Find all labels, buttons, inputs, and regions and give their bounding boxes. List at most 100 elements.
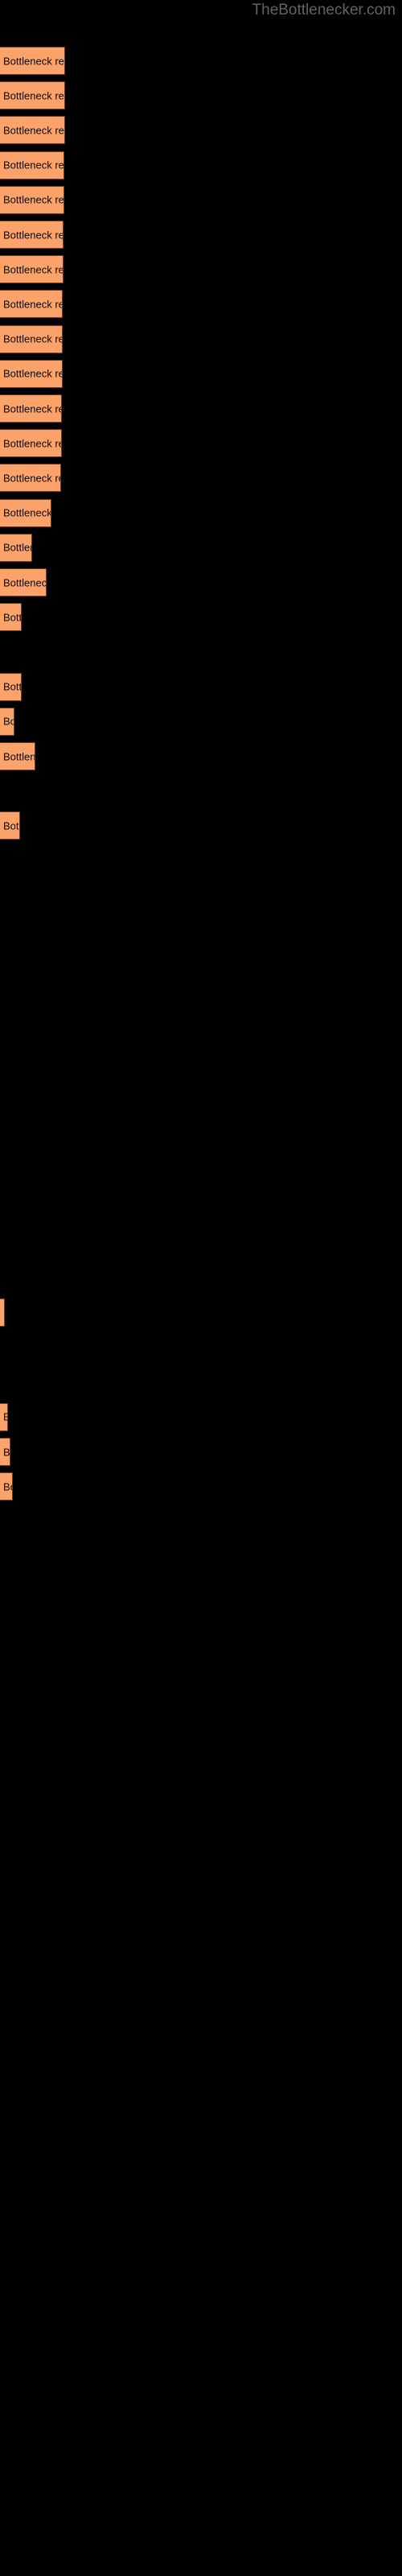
- bar-row: [0, 1229, 402, 1257]
- bar-label: Bottleneck result: [3, 750, 35, 762]
- bar[interactable]: Bottleneck result: [0, 429, 62, 458]
- bar-row: Bottleneck result: [0, 1438, 402, 1466]
- bar-label: Bottleneck result: [3, 55, 64, 67]
- bar-row: Bottleneck result: [0, 185, 402, 214]
- bar[interactable]: Bottleneck result: [0, 81, 65, 110]
- bar-row: [0, 1716, 402, 1744]
- bar-row: Bottleneck result: [0, 151, 402, 180]
- bar-row: Bottleneck result: [0, 429, 402, 458]
- bar[interactable]: Bottleneck result: [0, 47, 65, 75]
- bar-row: [0, 1333, 402, 1361]
- bar-row: [0, 985, 402, 1013]
- bar-row: Bottleneck result: [0, 47, 402, 75]
- bar-label: Bottleneck result: [3, 159, 64, 171]
- bar[interactable]: Bottleneck result: [0, 568, 47, 597]
- bar-label: Bottleneck result: [3, 506, 51, 519]
- bar-row: [0, 1125, 402, 1153]
- bar-label: Bottleneck result: [3, 819, 19, 832]
- bar-row: [0, 2202, 402, 2231]
- bar[interactable]: Bottleneck result: [0, 290, 63, 319]
- bar-row: [0, 2064, 402, 2092]
- bar-row: [0, 951, 402, 979]
- bar-row: [0, 881, 402, 910]
- bar-row: [0, 2029, 402, 2057]
- bar[interactable]: Bottleneck result: [0, 603, 22, 632]
- bar[interactable]: Bottleneck result: [0, 255, 64, 284]
- bar-row: Bottleneck result: [0, 255, 402, 284]
- bar-row: [0, 2168, 402, 2196]
- bar[interactable]: Bottleneck result: [0, 742, 35, 770]
- bar[interactable]: Bottleneck result: [0, 221, 64, 249]
- bar-label: Bottleneck result: [3, 367, 62, 380]
- bar-label: Bottleneck result: [3, 437, 61, 450]
- bar-row: [0, 1890, 402, 1918]
- bar[interactable]: Bottleneck result: [0, 672, 22, 701]
- bar-row: Bottleneck result: [0, 221, 402, 249]
- bar-row: [0, 1021, 402, 1049]
- bar[interactable]: Bottleneck result: [0, 707, 14, 736]
- bar-label: Bottleneck result: [3, 263, 63, 276]
- bar-row: [0, 1820, 402, 1848]
- bar[interactable]: Bottleneck result: [0, 324, 63, 353]
- bar-row: Bottleneck result: [0, 1298, 402, 1327]
- bar-row: Bottleneck result: [0, 324, 402, 353]
- bar[interactable]: Bottleneck result: [0, 533, 32, 562]
- bar-row: [0, 1646, 402, 1674]
- bar-row: Bottleneck result: [0, 533, 402, 562]
- bar[interactable]: Bottleneck result: [0, 185, 64, 214]
- bar[interactable]: Bottleneck result: [0, 359, 63, 388]
- bar-row: [0, 2133, 402, 2161]
- bar-row: [0, 1090, 402, 1118]
- bar-label: Bottleneck result: [3, 1411, 7, 1423]
- bar[interactable]: Bottleneck result: [0, 1402, 8, 1431]
- bar-row: Bottleneck result: [0, 707, 402, 736]
- bar[interactable]: Bottleneck result: [0, 151, 64, 180]
- bar-row: [0, 2273, 402, 2301]
- bar-row: Bottleneck result: [0, 603, 402, 632]
- bar-row: [0, 1855, 402, 1883]
- bar[interactable]: Bottleneck result: [0, 394, 62, 423]
- bar-label: Bottleneck result: [3, 611, 22, 624]
- bar-row: [0, 2376, 402, 2405]
- bar[interactable]: Bottleneck result: [0, 811, 20, 840]
- bar-row: [0, 1751, 402, 1779]
- bar-row: [0, 1785, 402, 1814]
- bar-row: Bottleneck result: [0, 672, 402, 701]
- bar-row: [0, 2446, 402, 2475]
- bar[interactable]: Bottleneck result: [0, 1298, 5, 1327]
- bar-chart-plot-area: Bottleneck result Bottleneck result Bottle…: [0, 0, 402, 2576]
- bar-row: [0, 916, 402, 944]
- bar-label: Bottleneck result: [3, 124, 64, 137]
- bar-label: Bottleneck result: [3, 332, 62, 345]
- bar-label: Bottleneck result: [3, 1480, 12, 1493]
- bar[interactable]: Bottleneck result: [0, 1472, 13, 1501]
- bar-row: Bottleneck result: [0, 742, 402, 770]
- bar-row: [0, 847, 402, 875]
- bar-row: [0, 2516, 402, 2544]
- bar-label: Bottleneck result: [3, 298, 62, 311]
- bar[interactable]: Bottleneck result: [0, 1438, 10, 1466]
- bar[interactable]: Bottleneck result: [0, 116, 65, 145]
- bar-row: [0, 1159, 402, 1187]
- bar-label: Bottleneck result: [3, 89, 64, 102]
- bar-row: Bottleneck result: [0, 359, 402, 388]
- bar-row: Bottleneck result: [0, 394, 402, 423]
- bar-label: Bottleneck result: [3, 541, 31, 554]
- bar[interactable]: Bottleneck result: [0, 464, 61, 493]
- bar-row: Bottleneck result: [0, 81, 402, 110]
- bar-row: Bottleneck result: [0, 498, 402, 527]
- bar-row: [0, 2307, 402, 2335]
- chart-canvas: TheBottlenecker.com Bottleneck resultBot…: [0, 0, 402, 2576]
- bar-row: [0, 1055, 402, 1084]
- bar-label: Bottleneck result: [3, 402, 61, 415]
- bar-row: [0, 1368, 402, 1397]
- bar[interactable]: Bottleneck result: [0, 498, 51, 527]
- bar-row: [0, 1959, 402, 1988]
- bar-row: [0, 1542, 402, 1571]
- bar-row: [0, 1612, 402, 1640]
- bar-row: [0, 1994, 402, 2022]
- bar-label: Bottleneck result: [3, 680, 22, 693]
- bar-row: Bottleneck result: [0, 290, 402, 319]
- bar-row: [0, 1577, 402, 1605]
- bar-row: Bottleneck result: [0, 464, 402, 493]
